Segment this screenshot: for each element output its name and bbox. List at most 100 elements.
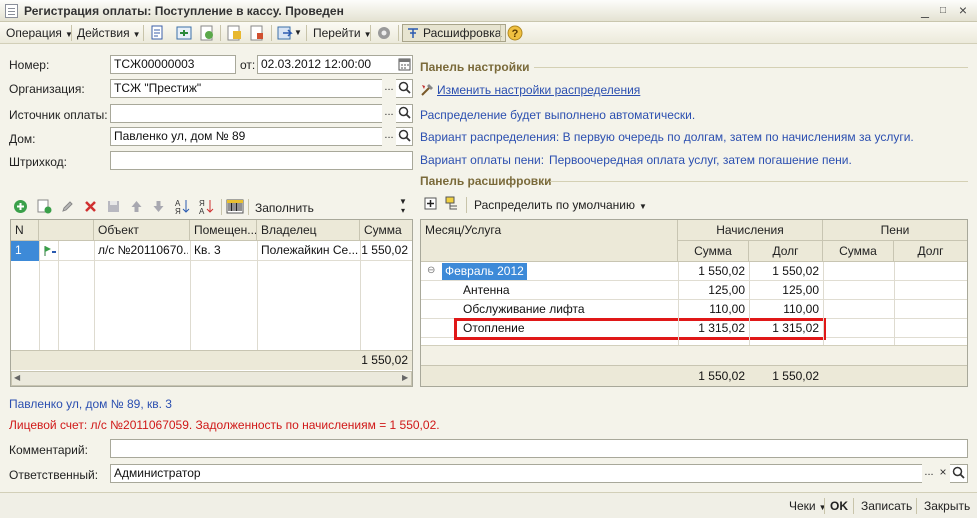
source-select-button[interactable]: ...: [382, 104, 396, 123]
expand-all-icon[interactable]: [423, 196, 438, 211]
col-n-header[interactable]: N: [11, 220, 39, 241]
barcode-icon[interactable]: [226, 199, 244, 214]
close-button[interactable]: ×: [955, 3, 971, 19]
copy-add-icon[interactable]: [37, 199, 52, 214]
print-icon[interactable]: [226, 25, 242, 41]
gear-icon[interactable]: [376, 25, 392, 41]
service-debt: 110,00: [783, 302, 819, 316]
decode-total-row: 1 550,02 1 550,02: [421, 365, 967, 386]
auto-distribution-text: Распределение будет выполнено автоматиче…: [420, 108, 696, 122]
source-label: Источник оплаты:: [9, 108, 108, 122]
service-sum: 125,00: [708, 283, 745, 297]
delete-icon[interactable]: [83, 199, 98, 214]
decode-total-debt: 1 550,02: [772, 369, 819, 383]
clear-icon[interactable]: ×: [936, 464, 950, 483]
col-sum-header[interactable]: Сумма: [360, 220, 412, 241]
col-debt-header[interactable]: Долг: [749, 241, 823, 262]
more-actions-dropdown[interactable]: ▼: [399, 197, 407, 206]
col-room-header[interactable]: Помещен...: [190, 220, 257, 241]
post-doc-icon[interactable]: [149, 25, 165, 41]
ok-button[interactable]: OK: [830, 499, 848, 513]
col-sum-header[interactable]: Сумма: [678, 241, 749, 262]
flag-icon: [44, 246, 56, 256]
goto-arrow-dropdown[interactable]: ▼: [294, 25, 302, 41]
decode-toggle-button[interactable]: Расшифровка: [402, 24, 507, 42]
org-label: Организация:: [9, 82, 85, 96]
search-icon[interactable]: [952, 466, 965, 480]
settings-panel-title: Панель настройки: [420, 60, 530, 74]
change-settings-link[interactable]: Изменить настройки распределения: [437, 83, 640, 97]
group-sum: 1 550,02: [698, 264, 745, 278]
group-name: Февраль 2012: [442, 263, 527, 280]
barcode-field[interactable]: [110, 151, 413, 170]
responsible-select-button[interactable]: ...: [922, 464, 936, 483]
sort-desc-icon[interactable]: ЯА: [198, 198, 214, 215]
house-label: Дом:: [9, 132, 36, 146]
house-field[interactable]: Павленко ул, дом № 89: [110, 127, 413, 146]
col-accruals-header[interactable]: Начисления: [678, 220, 823, 241]
number-field[interactable]: ТСЖ00000003: [110, 55, 236, 74]
actions-menu[interactable]: Действия ▼: [77, 25, 141, 41]
col-object-header[interactable]: Объект: [94, 220, 190, 241]
service-name: Антенна: [463, 283, 510, 297]
help-icon[interactable]: ?: [507, 25, 523, 41]
row-number: 1: [11, 241, 39, 261]
org-field[interactable]: ТСЖ "Престиж": [110, 79, 413, 98]
distribution-variant-text: Вариант распределения: В первую очередь …: [420, 130, 914, 144]
col-penalties-header[interactable]: Пени: [823, 220, 967, 241]
account-info: Лицевой счет: л/с №2011067059. Задолженн…: [9, 418, 440, 432]
decode-table: Месяц/Услуга Начисления Пени Сумма Долг …: [420, 219, 968, 387]
house-select-button[interactable]: ...: [382, 127, 396, 146]
refresh-icon[interactable]: [199, 25, 215, 41]
col-owner-header[interactable]: Владелец: [257, 220, 360, 241]
move-up-icon[interactable]: [129, 199, 144, 214]
row-room: Кв. 3: [194, 243, 221, 257]
save-row-icon[interactable]: [106, 199, 121, 214]
edit-icon[interactable]: [60, 199, 75, 214]
title-bar: Регистрация оплаты: Поступление в кассу.…: [0, 0, 977, 22]
maximize-button[interactable]: □: [935, 3, 951, 19]
table-row[interactable]: 1 л/с №20110670... Кв. 3 Полежайкин Се..…: [11, 241, 412, 261]
col-pen-debt-header[interactable]: Долг: [894, 241, 967, 262]
org-select-button[interactable]: ...: [382, 79, 396, 98]
row-object: л/с №20110670...: [98, 243, 188, 257]
row-sum: 1 550,02: [361, 243, 408, 257]
collapse-icon[interactable]: ⊖: [427, 265, 435, 276]
horizontal-scrollbar[interactable]: ◀ ▶: [11, 371, 412, 386]
search-icon[interactable]: [398, 106, 411, 120]
date-field[interactable]: 02.03.2012 12:00:00: [257, 55, 413, 74]
service-row[interactable]: Антенна 125,00 125,00: [421, 281, 967, 300]
calendar-icon[interactable]: [398, 57, 411, 71]
responsible-field[interactable]: Администратор: [110, 464, 968, 483]
toolbar: Операция ▼ Действия ▼ ▼ Перейти ▼ Расшифров…: [0, 22, 977, 44]
barcode-label: Штрихкод:: [9, 155, 68, 169]
decode-icon: [408, 28, 418, 38]
col-pen-sum-header[interactable]: Сумма: [823, 241, 894, 262]
decode-total-sum: 1 550,02: [698, 369, 745, 383]
fill-button[interactable]: Заполнить: [255, 201, 314, 215]
objects-table: N Объект Помещен... Владелец Сумма 1 л/с…: [10, 219, 413, 387]
search-icon[interactable]: [398, 129, 411, 143]
col-month-service-header[interactable]: Месяц/Услуга: [421, 220, 678, 262]
add-icon[interactable]: [13, 199, 28, 214]
table-total-row: 1 550,02: [11, 350, 412, 370]
report-icon[interactable]: [249, 25, 265, 41]
source-field[interactable]: [110, 104, 413, 123]
goto-menu[interactable]: Перейти ▼: [313, 25, 371, 41]
sort-asc-icon[interactable]: АЯ: [174, 198, 190, 215]
goto-arrow-icon[interactable]: [277, 25, 293, 41]
checks-menu[interactable]: Чеки ▼: [789, 499, 827, 513]
search-icon[interactable]: [398, 81, 411, 95]
distribute-default-button[interactable]: Распределить по умолчанию ▼: [474, 198, 647, 212]
service-row[interactable]: Обслуживание лифта 110,00 110,00: [421, 300, 967, 319]
service-debt: 125,00: [782, 283, 819, 297]
minimize-button[interactable]: _: [917, 3, 933, 19]
operation-menu[interactable]: Операция ▼: [6, 25, 73, 41]
save-button[interactable]: Записать: [861, 499, 912, 513]
group-row[interactable]: ⊖ Февраль 2012 1 550,02 1 550,02: [421, 262, 967, 281]
structure-icon[interactable]: [176, 25, 192, 41]
comment-field[interactable]: [110, 439, 968, 458]
move-down-icon[interactable]: [151, 199, 166, 214]
close-form-button[interactable]: Закрыть: [924, 499, 970, 513]
collapse-all-icon[interactable]: [445, 196, 460, 211]
